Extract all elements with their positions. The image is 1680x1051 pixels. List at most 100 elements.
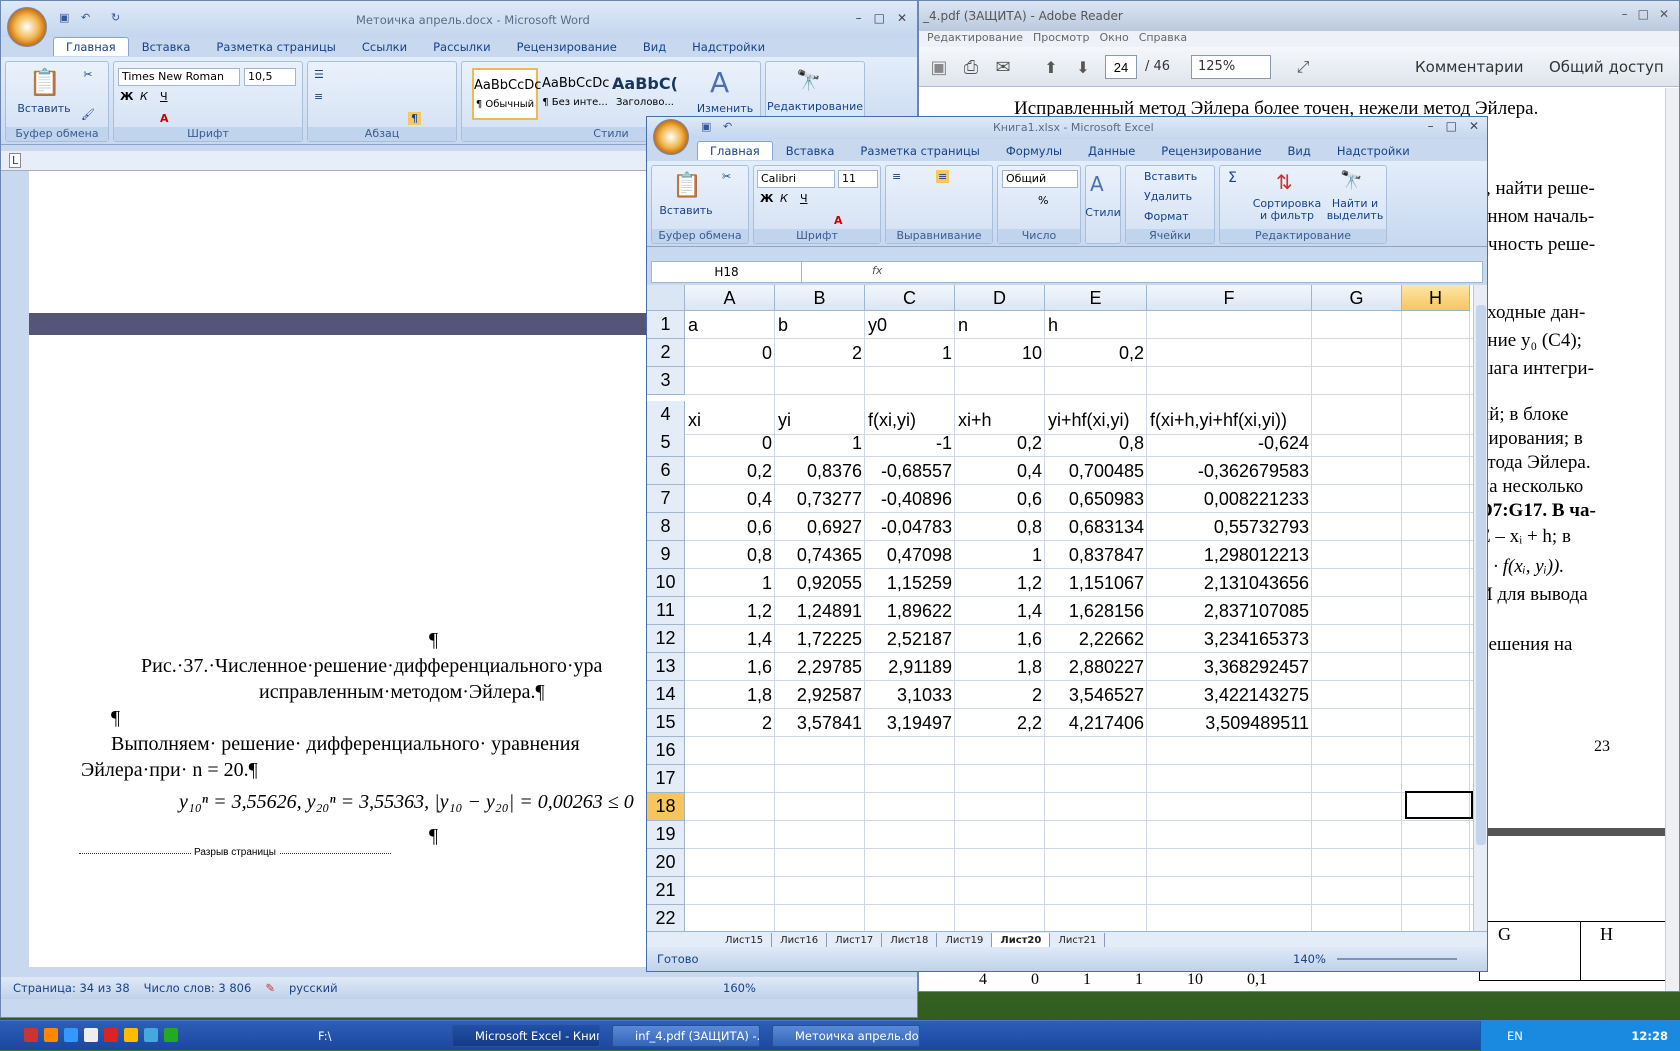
cell[interactable]: 0,700485 [1045, 458, 1147, 484]
row-header-10[interactable]: 10 [647, 569, 685, 597]
change-styles-button[interactable]: Изменить [692, 102, 758, 115]
taskbar-item-folder[interactable]: F:\ [300, 1029, 331, 1043]
sheet-tab[interactable]: Лист18 [882, 933, 938, 948]
cell[interactable]: 0,73277 [775, 486, 865, 512]
format-painter-icon[interactable]: 🖌 [80, 108, 96, 121]
find-select-icon[interactable]: 🔭 [1340, 170, 1362, 191]
row-header-5[interactable]: 5 [647, 429, 685, 457]
font-color-icon[interactable]: A [160, 112, 169, 125]
scroll-thumb[interactable] [1476, 305, 1486, 845]
tab-addins[interactable]: Надстройки [1324, 144, 1423, 158]
cell[interactable]: -1 [865, 430, 955, 456]
zoom-slider[interactable] [1337, 958, 1457, 960]
minimize-icon[interactable]: – [856, 11, 862, 25]
find-select-button[interactable]: Найти и выделить [1324, 198, 1386, 222]
close-icon[interactable]: ✕ [897, 11, 907, 25]
cell[interactable]: 2,837107085 [1147, 598, 1312, 624]
taskbar-item-pdf[interactable]: inf_4.pdf (ЗАЩИТА) -... [612, 1025, 760, 1047]
status-zoom[interactable]: 140% [1293, 947, 1326, 971]
sheet-tab[interactable]: Лист15 [717, 933, 773, 948]
tab-insert[interactable]: Вставка [129, 40, 204, 54]
cell[interactable]: 1 [685, 570, 775, 596]
status-zoom[interactable]: 160% [723, 981, 756, 995]
cell[interactable]: 0,74365 [775, 542, 865, 568]
cell[interactable]: 0,8376 [775, 458, 865, 484]
paste-button[interactable]: Вставить [656, 204, 716, 217]
percent-icon[interactable]: % [1038, 194, 1048, 207]
align-bottom-icon[interactable]: ≡ [936, 170, 950, 183]
email-icon[interactable]: ✉ [991, 55, 1015, 79]
cell[interactable]: 0,47098 [865, 542, 955, 568]
cut-icon[interactable]: ✂ [722, 170, 731, 183]
page-number-input[interactable] [1105, 55, 1137, 79]
cell[interactable]: 3,509489511 [1147, 710, 1312, 736]
quick-launch-icon[interactable] [44, 1028, 58, 1042]
column-header-a[interactable]: A [685, 285, 775, 311]
quick-launch-icon[interactable] [84, 1028, 98, 1042]
cell[interactable]: 1,2 [685, 598, 775, 624]
cell[interactable]: 2,2 [955, 710, 1045, 736]
undo-icon[interactable]: ↶ [723, 120, 732, 133]
cell[interactable]: 1,72225 [775, 626, 865, 652]
cell[interactable]: 3,19497 [865, 710, 955, 736]
row-header-13[interactable]: 13 [647, 653, 685, 681]
cell[interactable]: 0,837847 [1045, 542, 1147, 568]
tab-review[interactable]: Рецензирование [1148, 144, 1274, 158]
maximize-icon[interactable]: □ [874, 11, 885, 25]
row-header-17[interactable]: 17 [647, 765, 685, 793]
cell[interactable]: 10 [955, 340, 1045, 366]
sheet-tab[interactable]: Лист21 [1050, 933, 1106, 948]
row-header-9[interactable]: 9 [647, 541, 685, 569]
cell[interactable]: 1,298012213 [1147, 542, 1312, 568]
show-marks-icon[interactable]: ¶ [408, 112, 421, 125]
cell[interactable]: h [1045, 312, 1147, 338]
cell[interactable]: 1,6 [955, 626, 1045, 652]
cell[interactable]: 0,4 [685, 486, 775, 512]
font-color-icon[interactable]: A [834, 214, 843, 227]
save-icon[interactable]: ▣ [59, 11, 69, 24]
tab-home[interactable]: Главная [53, 37, 129, 56]
cell[interactable]: 0,683134 [1045, 514, 1147, 540]
align-left-icon[interactable]: ≡ [314, 90, 323, 103]
name-box[interactable]: H18 [652, 262, 802, 282]
select-all-corner[interactable] [647, 285, 685, 311]
cell[interactable]: 3,422143275 [1147, 682, 1312, 708]
cell[interactable]: 1,89622 [865, 598, 955, 624]
minimize-icon[interactable]: – [1428, 119, 1434, 133]
row-header-8[interactable]: 8 [647, 513, 685, 541]
row-header-18[interactable]: 18 [647, 793, 685, 821]
cell[interactable]: 2,880227 [1045, 654, 1147, 680]
styles-button[interactable]: Стили [1085, 206, 1120, 219]
cell[interactable]: 3,368292457 [1147, 654, 1312, 680]
cell[interactable]: 1,4 [685, 626, 775, 652]
paste-icon[interactable]: 📋 [672, 170, 702, 200]
cell[interactable]: 0,4 [955, 458, 1045, 484]
tab-stop-icon[interactable]: L [9, 153, 22, 168]
comments-button[interactable]: Комментарии [1415, 58, 1523, 76]
quick-launch-icon[interactable] [24, 1028, 38, 1042]
cell[interactable]: 0,6 [955, 486, 1045, 512]
column-header-f[interactable]: F [1147, 285, 1312, 311]
cell[interactable]: 2,22662 [1045, 626, 1147, 652]
autosum-icon[interactable]: Σ [1228, 170, 1237, 186]
cell[interactable]: 1,6 [685, 654, 775, 680]
redo-icon[interactable]: ↻ [111, 11, 120, 24]
cell[interactable]: 0 [685, 340, 775, 366]
cell[interactable]: a [685, 312, 775, 338]
cell[interactable]: 0,8 [1045, 430, 1147, 456]
cell[interactable]: 2,52187 [865, 626, 955, 652]
row-header-21[interactable]: 21 [647, 877, 685, 905]
excel-vscroll[interactable] [1473, 285, 1487, 931]
cell[interactable]: 0,2 [955, 430, 1045, 456]
cell[interactable]: 0,55732793 [1147, 514, 1312, 540]
quick-launch-icon[interactable] [144, 1028, 158, 1042]
column-header-d[interactable]: D [955, 285, 1045, 311]
row-header-16[interactable]: 16 [647, 737, 685, 765]
cell[interactable]: 3,546527 [1045, 682, 1147, 708]
cell[interactable]: 4,217406 [1045, 710, 1147, 736]
taskbar-item-excel[interactable]: Microsoft Excel - Книг... [452, 1025, 600, 1047]
next-page-icon[interactable]: ⬇ [1071, 55, 1095, 79]
quick-launch-icon[interactable] [124, 1028, 138, 1042]
cell[interactable]: 1,4 [955, 598, 1045, 624]
row-header-7[interactable]: 7 [647, 485, 685, 513]
